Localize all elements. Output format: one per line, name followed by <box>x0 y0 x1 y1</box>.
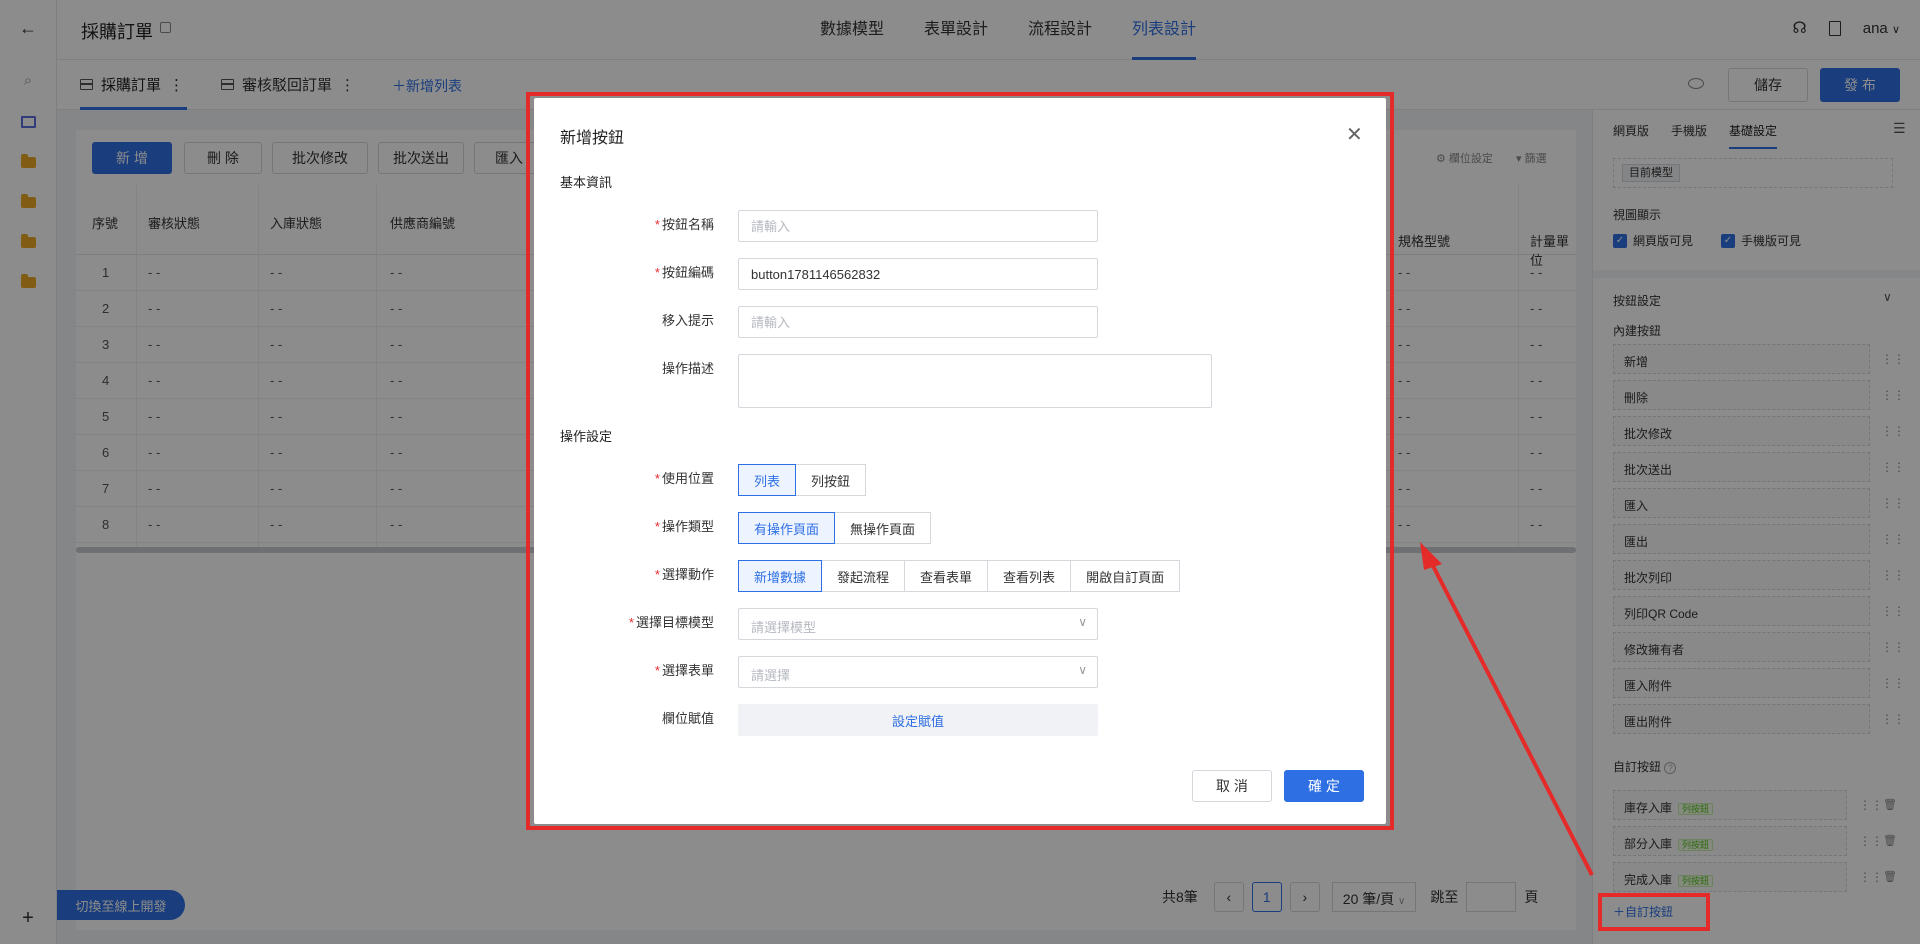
annotation-highlight-box <box>1598 893 1710 931</box>
type-label-text: 操作類型 <box>661 519 714 534</box>
hover-hint-input[interactable] <box>738 306 1098 338</box>
desc-label: 操作描述 <box>661 361 714 376</box>
required-mark: * <box>654 265 660 280</box>
position-label: * 使用位置 <box>574 468 714 487</box>
description-textarea[interactable] <box>738 354 1212 408</box>
required-mark: * <box>654 471 660 486</box>
section-op-settings: 操作設定 <box>560 429 613 444</box>
required-mark: * <box>654 663 660 678</box>
position-option-row-button[interactable]: 列按鈕 <box>795 464 867 496</box>
close-icon[interactable]: ✕ <box>1346 122 1363 147</box>
action-option-view-form[interactable]: 查看表單 <box>904 560 989 592</box>
code-label: * 按鈕編碼 <box>574 262 714 281</box>
target-model-label: * 選擇目標模型 <box>574 612 714 631</box>
dialog-title: 新增按鈕 <box>560 130 625 147</box>
type-segmented: 有操作頁面 無操作頁面 <box>738 512 932 544</box>
required-mark: * <box>628 615 634 630</box>
required-mark: * <box>654 567 660 582</box>
name-label: * 按鈕名稱 <box>574 214 714 233</box>
add-button-dialog: 新增按鈕 ✕ 基本資訊 *按鈕名稱 *按鈕編碼 移入提示 操作描述 操作設定 *… <box>534 98 1386 824</box>
chevron-down-icon: ∨ <box>1078 663 1087 677</box>
section-basic-info: 基本資訊 <box>560 175 613 190</box>
action-option-add-data[interactable]: 新增數據 <box>738 560 823 592</box>
action-label-text: 選擇動作 <box>661 567 714 582</box>
form-label-text: 選擇表單 <box>661 663 714 678</box>
target-model-placeholder: 請選擇模型 <box>751 620 817 635</box>
form-placeholder: 請選擇 <box>751 668 791 683</box>
action-option-view-list[interactable]: 查看列表 <box>987 560 1072 592</box>
position-option-list[interactable]: 列表 <box>738 464 797 496</box>
button-code-input[interactable] <box>738 258 1098 290</box>
set-assignment-button[interactable]: 設定賦值 <box>738 704 1098 736</box>
assign-label: 欄位賦值 <box>661 711 714 726</box>
name-label-text: 按鈕名稱 <box>661 217 714 232</box>
button-name-input[interactable] <box>738 210 1098 242</box>
code-label-text: 按鈕編碼 <box>661 265 714 280</box>
hint-label: 移入提示 <box>661 313 714 328</box>
confirm-button[interactable]: 確 定 <box>1284 770 1364 802</box>
type-option-with-page[interactable]: 有操作頁面 <box>738 512 836 544</box>
type-option-no-page[interactable]: 無操作頁面 <box>834 512 932 544</box>
position-label-text: 使用位置 <box>661 471 714 486</box>
required-mark: * <box>654 519 660 534</box>
target-model-label-text: 選擇目標模型 <box>635 615 714 630</box>
position-segmented: 列表 列按鈕 <box>738 464 867 496</box>
form-select[interactable]: 請選擇 ∨ <box>738 656 1098 688</box>
type-label: * 操作類型 <box>574 516 714 535</box>
action-option-start-flow[interactable]: 發起流程 <box>821 560 906 592</box>
cancel-button[interactable]: 取 消 <box>1192 770 1272 802</box>
chevron-down-icon: ∨ <box>1078 615 1087 629</box>
required-mark: * <box>654 217 660 232</box>
action-option-open-custom-page[interactable]: 開啟自訂頁面 <box>1070 560 1181 592</box>
form-label: * 選擇表單 <box>574 660 714 679</box>
target-model-select[interactable]: 請選擇模型 ∨ <box>738 608 1098 640</box>
action-label: * 選擇動作 <box>574 564 714 583</box>
action-segmented: 新增數據 發起流程 查看表單 查看列表 開啟自訂頁面 <box>738 560 1181 592</box>
